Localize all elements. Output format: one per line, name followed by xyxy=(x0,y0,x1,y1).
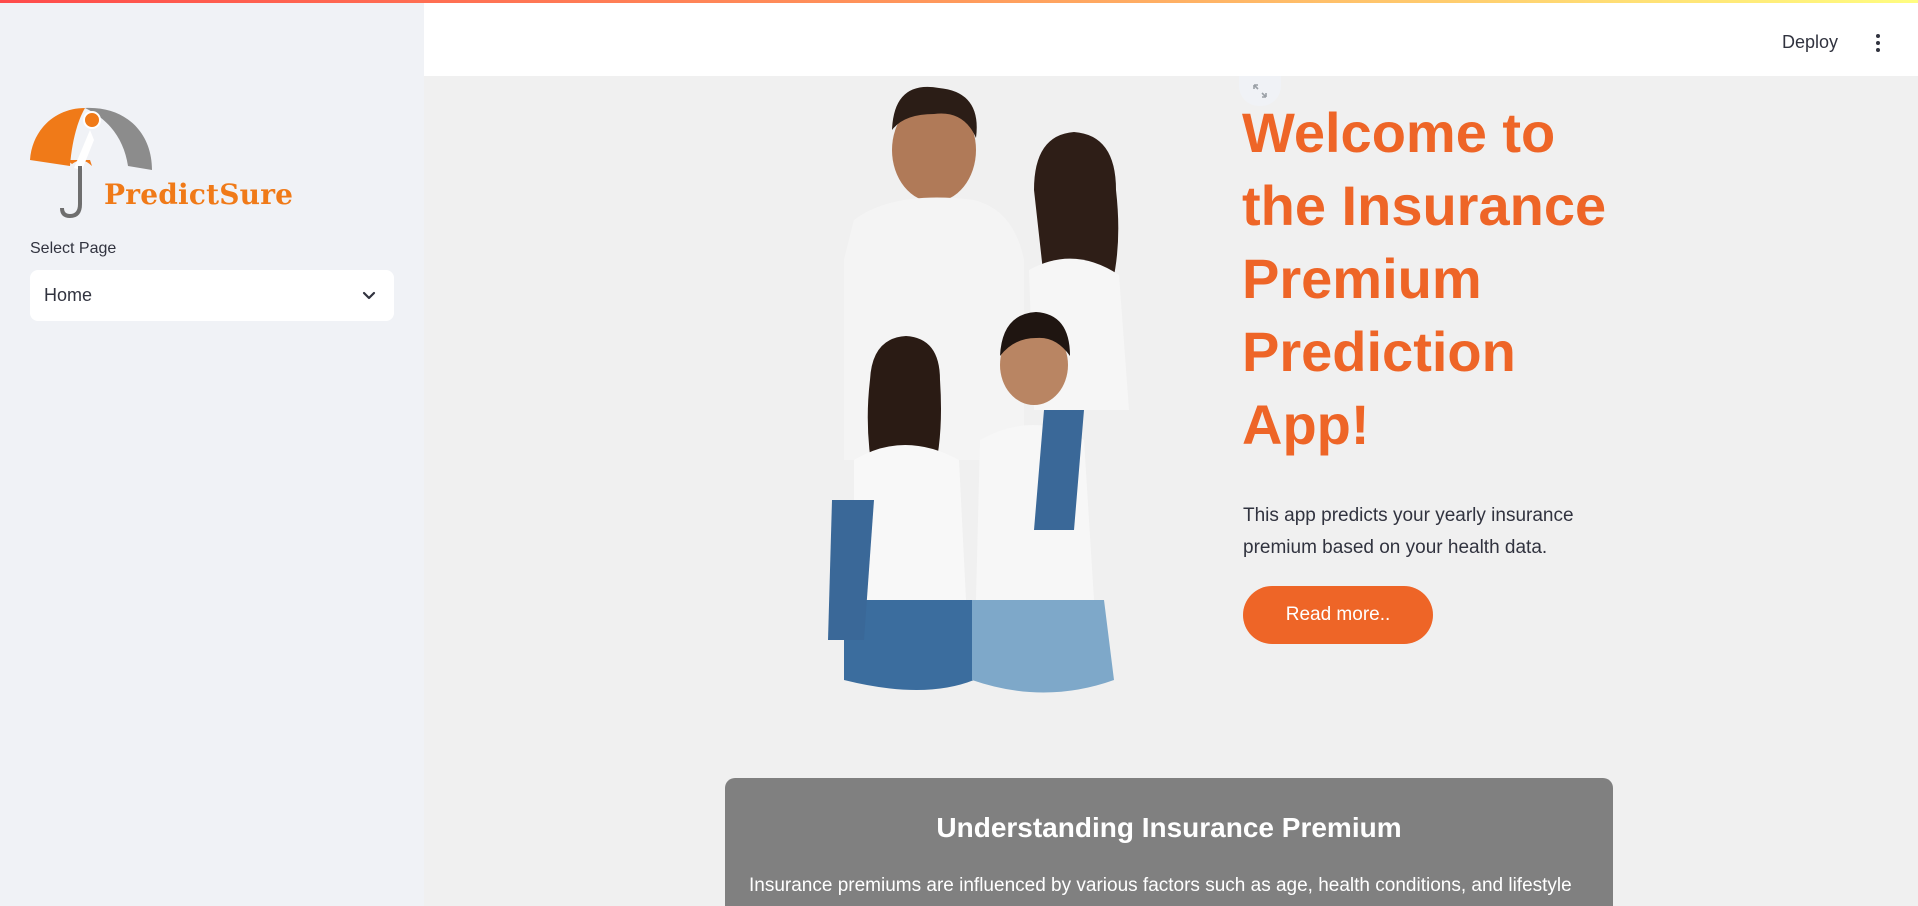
sidebar: PredictSure Select Page Home xyxy=(0,0,424,906)
select-page-label: Select Page xyxy=(30,240,117,257)
card-title: Understanding Insurance Premium xyxy=(936,812,1402,843)
page-select-value: Home xyxy=(44,285,93,305)
top-decoration-stripe xyxy=(0,0,1918,3)
app-logo: PredictSure xyxy=(30,100,294,219)
app-description: This app predicts your yearly insurance … xyxy=(1243,505,1574,558)
page-select[interactable]: Home xyxy=(30,270,394,321)
card-text: Insurance premiums are influenced by var… xyxy=(749,875,1572,896)
main-content: Welcome to the Insurance Premium Predict… xyxy=(424,76,1918,906)
logo-text: PredictSure xyxy=(104,178,294,211)
chevron-down-icon xyxy=(362,291,376,299)
deploy-button[interactable]: Deploy xyxy=(1782,32,1838,53)
read-more-button[interactable]: Read more.. xyxy=(1243,586,1433,644)
info-card: Understanding Insurance Premium Insuranc… xyxy=(725,778,1613,906)
top-header: Deploy xyxy=(424,0,1918,76)
kebab-menu-icon[interactable] xyxy=(1874,34,1882,56)
page-title: Welcome to the Insurance Premium Predict… xyxy=(1242,101,1607,456)
family-photo xyxy=(828,86,1129,693)
